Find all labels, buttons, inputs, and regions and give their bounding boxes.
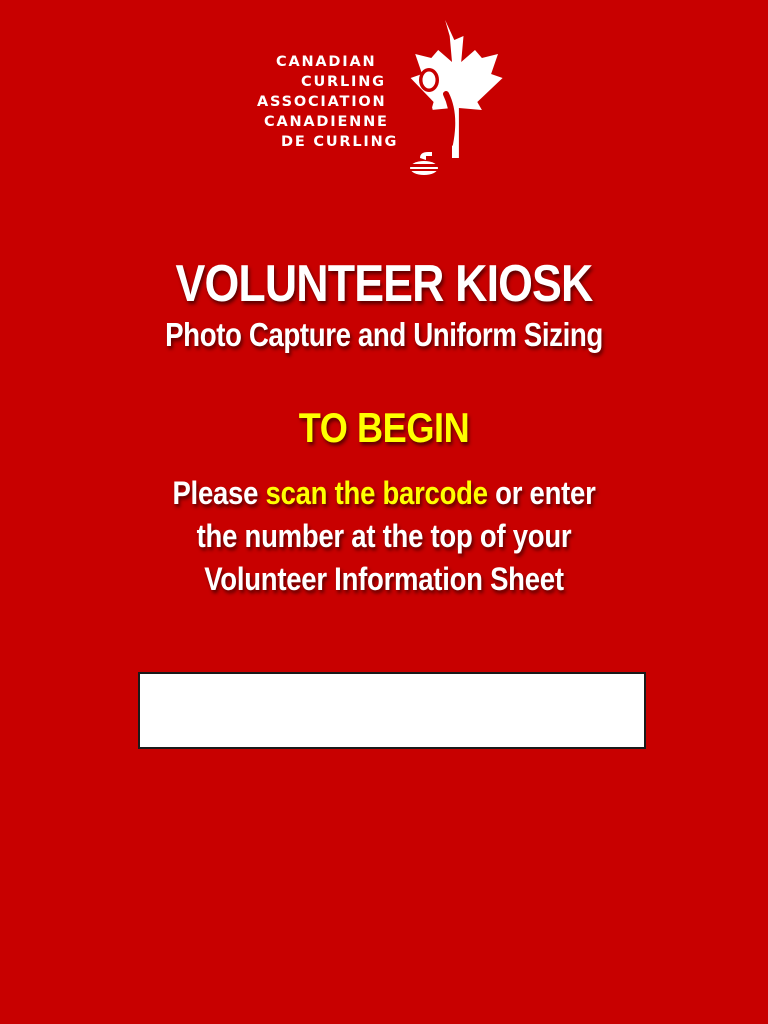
logo-wordmark: CANADIAN CURLING ASSOCIATION CANADIENNE … — [250, 52, 400, 152]
logo-line-1: CANADIAN — [276, 54, 377, 70]
cca-logo: CANADIAN CURLING ASSOCIATION CANADIENNE … — [250, 18, 520, 180]
logo-line-3: ASSOCIATION — [257, 94, 387, 110]
instructions-line-3: Volunteer Information Sheet — [204, 561, 564, 597]
logo-line-4: CANADIENNE — [264, 114, 389, 130]
instructions-line-2: the number at the top of your — [196, 518, 572, 554]
maple-leaf-curler-icon — [410, 20, 503, 175]
page-title: VOLUNTEER KIOSK — [175, 255, 594, 313]
instructions-line-1-end: or enter — [487, 475, 596, 511]
logo-line-5: DE CURLING — [281, 134, 399, 150]
barcode-input[interactable] — [138, 672, 646, 749]
instructions-line-1-start: Please — [172, 475, 266, 511]
page-subtitle: Photo Capture and Uniform Sizing — [165, 316, 603, 353]
instructions-highlight: scan the barcode — [265, 475, 488, 511]
logo-line-2: CURLING — [301, 74, 386, 90]
begin-heading: TO BEGIN — [298, 404, 470, 451]
instructions-text: Please scan the barcode or enter the num… — [54, 472, 714, 601]
instructions-line-1: Please scan the barcode or enter — [54, 472, 714, 515]
